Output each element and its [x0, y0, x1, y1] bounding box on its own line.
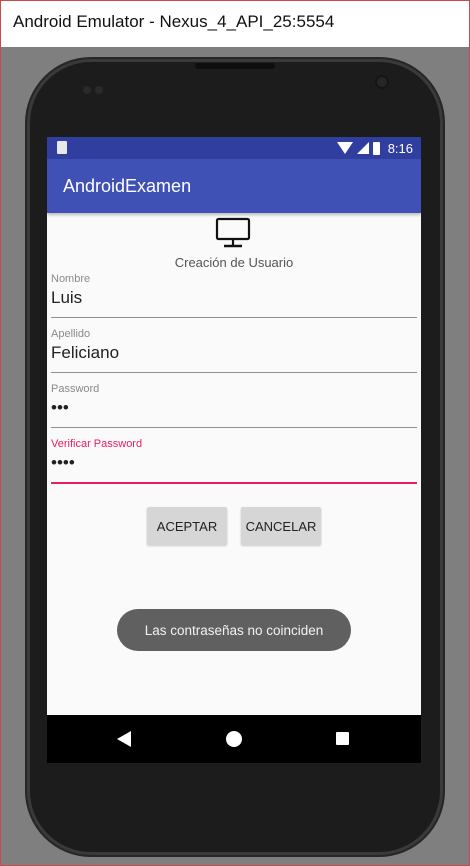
accept-button[interactable]: ACEPTAR	[147, 507, 227, 545]
app-bar: AndroidExamen	[47, 159, 421, 213]
password-value[interactable]: •••	[51, 398, 69, 418]
nombre-label: Nombre	[51, 273, 91, 285]
app-title: AndroidExamen	[63, 176, 192, 196]
apellido-underline	[51, 372, 417, 373]
device-screen: 8:16 AndroidExamen Creación de Usuario N…	[47, 137, 421, 763]
nombre-value[interactable]: Luis	[51, 288, 82, 308]
front-camera	[375, 75, 389, 89]
toast-message: Las contraseñas no coinciden	[117, 609, 351, 651]
password-underline	[51, 427, 417, 428]
back-icon[interactable]	[117, 731, 131, 747]
status-icons: 8:16	[336, 139, 413, 157]
verify-password-value[interactable]: ••••	[51, 453, 75, 473]
verify-password-underline	[51, 482, 417, 484]
recents-icon[interactable]	[336, 732, 349, 745]
cancel-button[interactable]: CANCELAR	[241, 507, 321, 545]
window-titlebar[interactable]: Android Emulator - Nexus_4_API_25:5554	[1, 1, 469, 47]
home-icon[interactable]	[226, 731, 242, 747]
apellido-label: Apellido	[51, 328, 91, 340]
wifi-icon	[336, 142, 353, 154]
sensor-dots	[83, 79, 123, 94]
navigation-bar	[47, 715, 421, 763]
verify-password-label: Verificar Password	[51, 438, 143, 450]
monitor-icon	[215, 217, 251, 248]
form-heading: Creación de Usuario	[174, 255, 294, 270]
nombre-underline	[51, 317, 417, 318]
emulator-window: Android Emulator - Nexus_4_API_25:5554 8…	[0, 0, 470, 866]
status-time: 8:16	[387, 140, 413, 156]
sd-card-icon	[57, 141, 67, 154]
status-bar: 8:16	[47, 137, 421, 159]
battery-icon	[372, 141, 380, 155]
apellido-value[interactable]: Feliciano	[51, 343, 119, 363]
window-title: Android Emulator - Nexus_4_API_25:5554	[13, 12, 335, 31]
speaker-grille	[195, 63, 275, 69]
signal-icon	[356, 142, 369, 154]
password-label: Password	[51, 383, 100, 395]
